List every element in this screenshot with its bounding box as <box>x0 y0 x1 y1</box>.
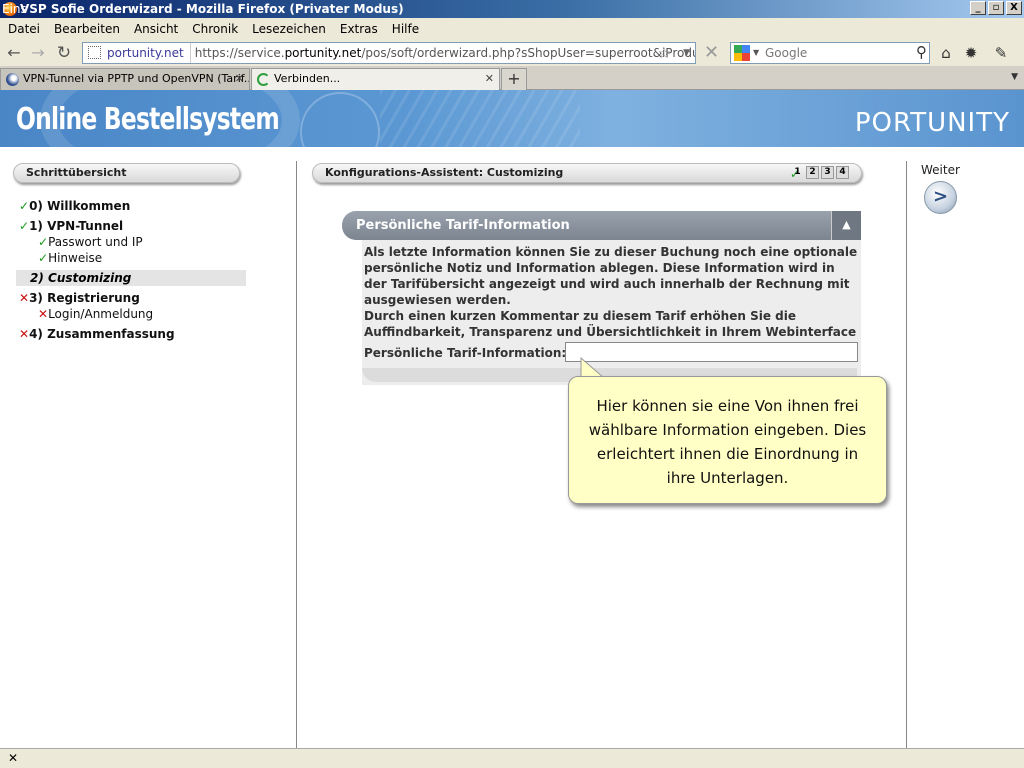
step-vpn-tunnel: ✓1) VPN-Tunnel <box>19 219 124 233</box>
bookmark-star-icon[interactable]: ☆ <box>658 43 671 63</box>
addon-bug-icon[interactable]: ✹ <box>960 43 982 63</box>
menu-datei[interactable]: Datei <box>2 22 48 36</box>
navigation-toolbar: ← → ↻ portunity.net https://service.portu… <box>0 40 1024 66</box>
site-identity[interactable]: portunity.net <box>83 43 191 63</box>
menu-lesezeichen[interactable]: Lesezeichen <box>246 22 334 36</box>
page-content: Schrittübersicht 2) Customizing ✓0) Will… <box>0 147 1024 748</box>
panel-body: Als letzte Information können Sie zu die… <box>362 240 861 385</box>
window-title: VSP Sofie Orderwizard - Mozilla Firefox … <box>20 2 404 16</box>
panel-description: Als letzte Information können Sie zu die… <box>364 245 858 307</box>
menu-hilfe[interactable]: Hilfe <box>386 22 427 36</box>
google-icon[interactable] <box>734 45 750 61</box>
search-icon[interactable]: ⚲ <box>916 42 927 62</box>
tab-favicon <box>6 73 19 86</box>
tab-bar: VPN-Tunnel via PPTP und OpenVPN (Tarif..… <box>0 66 1024 91</box>
step-hinweise: ✓Hinweise <box>38 251 103 265</box>
window-titlebar: VSP Sofie Orderwizard - Mozilla Firefox … <box>0 0 1024 18</box>
menu-bearbeiten[interactable]: Bearbeiten <box>48 22 128 36</box>
tarif-info-input[interactable] <box>565 342 858 362</box>
step-number-4: 4 <box>836 166 849 179</box>
tab-list-icon[interactable]: ▼ <box>1011 72 1018 82</box>
home-icon[interactable]: ⌂ <box>935 43 957 63</box>
tab-close-icon[interactable]: ✕ <box>485 69 494 89</box>
tab-verbinden[interactable]: Verbinden... ✕ <box>251 68 500 91</box>
next-arrow-button[interactable]: > <box>924 181 957 214</box>
brand-logo: PORTUNITY <box>854 108 1010 138</box>
minimize-button[interactable]: _ <box>970 1 986 15</box>
step-overview-header: Schrittübersicht <box>13 163 240 183</box>
banner-title: Online Bestellsystem <box>16 102 280 137</box>
reload-icon[interactable]: ↻ <box>54 43 74 63</box>
overlay-text: Eins <box>2 2 27 16</box>
forward-arrow-icon[interactable]: → <box>28 43 48 63</box>
step-registrierung: ✕3) Registrierung <box>19 291 140 305</box>
tab-close-icon[interactable]: ✕ <box>235 69 244 89</box>
step-willkommen: ✓0) Willkommen <box>19 199 131 213</box>
status-bar: ✕ <box>0 748 1024 768</box>
search-placeholder: Google <box>765 46 808 60</box>
page-banner: Online Bestellsystem PORTUNITY <box>0 90 1024 147</box>
new-tab-button[interactable]: + <box>501 68 527 90</box>
step-login: ✕Login/Anmeldung <box>38 307 154 321</box>
step-number-2: 2 <box>806 166 819 179</box>
next-label: Weiter <box>921 163 960 177</box>
close-button[interactable]: X <box>1006 1 1022 15</box>
back-arrow-icon[interactable]: ← <box>4 43 24 63</box>
site-icon <box>88 46 101 59</box>
url-dropdown-icon[interactable]: ▼ <box>683 43 690 63</box>
panel-title: Persönliche Tarif-Information <box>342 211 861 240</box>
step-passwort-ip: ✓Passwort und IP <box>38 235 143 249</box>
help-tooltip: Hier können sie eine Von ihnen frei wähl… <box>568 376 887 504</box>
menu-bar: Datei Bearbeiten Ansicht Chronik Lesezei… <box>0 18 1024 40</box>
panel-hint: Durch einen kurzen Kommentar zu diesem T… <box>364 309 857 339</box>
url-bar[interactable]: portunity.net https://service.portunity.n… <box>82 42 696 64</box>
menu-ansicht[interactable]: Ansicht <box>128 22 186 36</box>
menu-chronik[interactable]: Chronik <box>186 22 246 36</box>
url-text: https://service.portunity.net/pos/soft/o… <box>194 46 695 60</box>
maximize-button[interactable]: ▫ <box>988 1 1004 15</box>
collapse-arrow-icon[interactable]: ▲ <box>831 211 861 240</box>
step-number-1: 1 <box>794 167 801 177</box>
step-zusammenfassung: ✕4) Zusammenfassung <box>19 327 175 341</box>
search-box[interactable]: ▼ Google ⚲ <box>730 42 930 64</box>
tools-pen-icon[interactable]: ✎ <box>990 43 1012 63</box>
loading-spinner-icon <box>257 73 270 86</box>
current-step: 2) Customizing <box>16 270 246 286</box>
status-close-icon[interactable]: ✕ <box>8 751 18 765</box>
stop-icon[interactable]: ✕ <box>704 42 719 63</box>
tarif-info-label: Persönliche Tarif-Information: <box>364 346 567 360</box>
wizard-header: Konfigurations-Assistent: Customizing <box>312 163 862 183</box>
search-engine-dropdown-icon[interactable]: ▼ <box>753 43 759 63</box>
step-number-3: 3 <box>821 166 834 179</box>
tab-vpn-tunnel[interactable]: VPN-Tunnel via PPTP und OpenVPN (Tarif..… <box>0 68 250 90</box>
menu-extras[interactable]: Extras <box>334 22 386 36</box>
